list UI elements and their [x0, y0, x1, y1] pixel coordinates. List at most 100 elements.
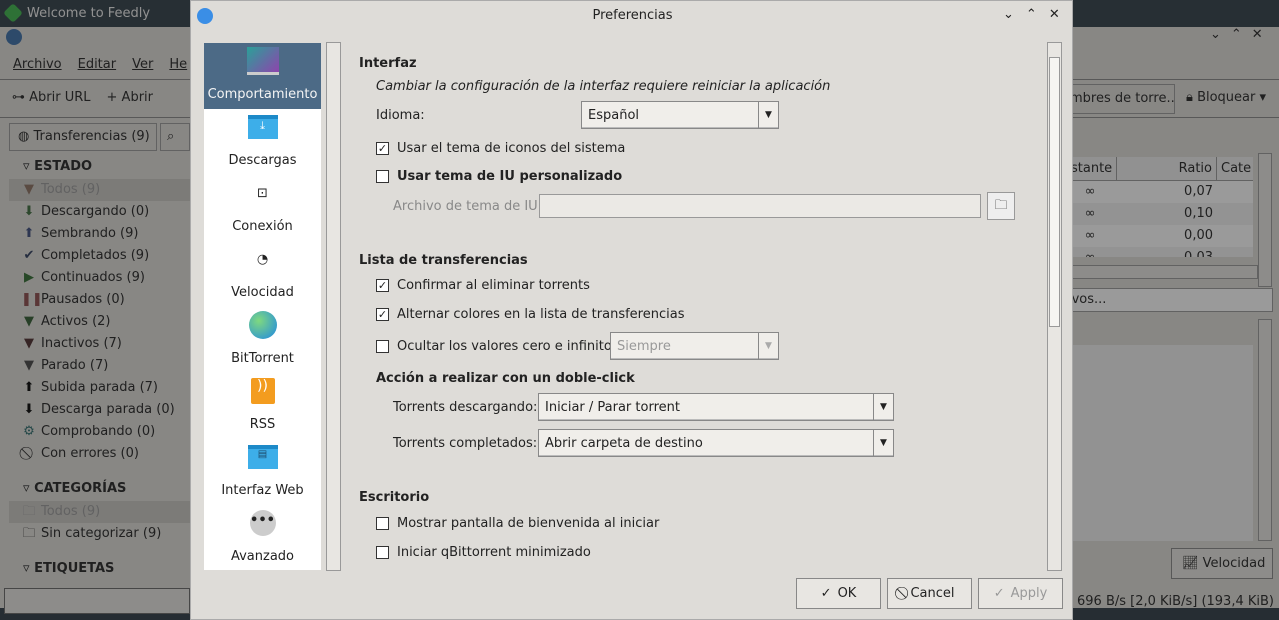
hide-zero-checkbox[interactable]: Ocultar los valores cero e infinito: [376, 339, 612, 354]
table-vscrollbar[interactable]: [1258, 153, 1272, 287]
tab-transfers[interactable]: ◍ Transferencias (9): [9, 123, 157, 151]
col-category[interactable]: Cate: [1217, 157, 1251, 180]
search-names-input[interactable]: mbres de torre...: [1065, 84, 1175, 114]
gear-icon: ⚙: [23, 424, 35, 439]
category-avanzado[interactable]: ••• Avanzado: [204, 505, 321, 571]
language-select[interactable]: Español ▼: [581, 101, 779, 129]
category-all[interactable]: 🗀︎ Todos (9): [9, 501, 190, 523]
start-minimized-checkbox[interactable]: Iniciar qBittorrent minimizado: [376, 545, 591, 560]
checkbox-unchecked[interactable]: [376, 546, 389, 559]
filter-icon: ▼: [24, 182, 34, 197]
status-filter-item[interactable]: ▼ Activos (2): [9, 311, 190, 333]
col-ratio[interactable]: Ratio: [1117, 157, 1217, 180]
tags-header[interactable]: ▿ ETIQUETAS: [9, 557, 190, 581]
status-filter-item[interactable]: ▼ Todos (9): [9, 179, 190, 201]
checkbox-unchecked[interactable]: [376, 170, 389, 183]
table-row[interactable]: ∞ 0,00: [1063, 225, 1253, 247]
panel-scrollbar[interactable]: [1258, 319, 1272, 541]
status-filter-item[interactable]: ⬇ Descargando (0): [9, 201, 190, 223]
filter-sidebar: ▿ ESTADO ▼ Todos (9) ⬇ Descargando (0) ⬆ Semb…: [9, 155, 190, 605]
table-row[interactable]: ∞0,03: [1063, 247, 1253, 257]
transfer-table: estante Ratio Cate ∞0,07∞0,10∞0,00∞0,03: [1063, 157, 1253, 257]
search-icon: ⌕: [167, 129, 175, 144]
scroll-thumb[interactable]: [1049, 57, 1060, 327]
dropdown-arrow-icon: ▼: [758, 333, 778, 359]
categories-header[interactable]: ▿ CATEGORÍAS: [9, 477, 190, 501]
completed-action-select[interactable]: Abrir carpeta de destino ▼: [538, 429, 894, 457]
checkbox-unchecked[interactable]: [376, 340, 389, 353]
check-icon: ✓: [993, 586, 1005, 601]
category-comportamiento[interactable]: Comportamiento: [204, 43, 321, 109]
custom-theme-checkbox[interactable]: Usar tema de IU personalizado: [376, 169, 622, 184]
apply-button[interactable]: ✓ Apply: [978, 578, 1063, 609]
lock-button[interactable]: 🔒︎ Bloquear ▾: [1186, 90, 1266, 105]
menu-help[interactable]: He: [169, 57, 187, 72]
open-button[interactable]: + Abrir: [107, 90, 153, 105]
status-filter-item[interactable]: ▼ Parado (7): [9, 355, 190, 377]
minimize-button[interactable]: ⌄: [1003, 7, 1014, 22]
status-filter-item[interactable]: ⬆ Sembrando (9): [9, 223, 190, 245]
status-filter-item[interactable]: ⃠Con errores (0): [9, 443, 190, 465]
maximize-button[interactable]: ⌃: [1026, 7, 1037, 22]
checkbox-checked[interactable]: ✓: [376, 308, 389, 321]
error-icon: ⃠: [21, 443, 37, 465]
content-scrollbar[interactable]: [1047, 42, 1062, 571]
status-filter-item[interactable]: ▼ Inactivos (7): [9, 333, 190, 355]
checkbox-unchecked[interactable]: [376, 517, 389, 530]
table-row[interactable]: ∞ 0,07: [1063, 181, 1253, 203]
status-header[interactable]: ▿ ESTADO: [9, 155, 190, 179]
menu-editar[interactable]: Editar: [78, 57, 117, 72]
transfer-list-heading: Lista de transferencias: [359, 253, 528, 268]
table-hscrollbar[interactable]: [1063, 265, 1258, 279]
category-bittorrent[interactable]: BitTorrent: [204, 307, 321, 373]
browse-button[interactable]: 🗀︎: [987, 192, 1015, 220]
splash-checkbox[interactable]: Mostrar pantalla de bienvenida al inicia…: [376, 516, 659, 531]
status-filter-item[interactable]: ⬆ Subida parada (7): [9, 377, 190, 399]
arrow-up-icon: ⬆: [23, 380, 35, 395]
menu-ver[interactable]: Ver: [132, 57, 153, 72]
alt-colors-checkbox[interactable]: ✓ Alternar colores en la lista de transfe…: [376, 307, 684, 322]
downloading-label: Torrents descargando:: [393, 400, 538, 415]
confirm-delete-checkbox[interactable]: ✓ Confirmar al eliminar torrents: [376, 278, 590, 293]
rss-icon: )): [204, 373, 321, 409]
category-scrollbar[interactable]: [326, 42, 341, 571]
tab-search[interactable]: ⌕: [160, 123, 190, 151]
category-interfaz-web[interactable]: ▤ Interfaz Web: [204, 439, 321, 505]
transfer-rate[interactable]: 696 B/s [2,0 KiB/s] (193,4 KiB): [1073, 591, 1274, 613]
open-url-button[interactable]: ⊶ Abrir URL: [12, 90, 91, 105]
category-descargas[interactable]: ⤓ Descargas: [204, 109, 321, 175]
status-filter-item[interactable]: ⚙ Comprobando (0): [9, 421, 190, 443]
globe-icon: [204, 307, 321, 343]
ok-button[interactable]: ✓ OK: [796, 578, 881, 609]
table-row[interactable]: ∞ 0,10: [1063, 203, 1253, 225]
toolbar: ⊶ Abrir URL + Abrir: [12, 90, 153, 105]
status-filter-item[interactable]: ✔ Completados (9): [9, 245, 190, 267]
category-rss[interactable]: )) RSS: [204, 373, 321, 439]
checkbox-checked[interactable]: ✓: [376, 142, 389, 155]
speed-button[interactable]: 📈︎ Velocidad: [1171, 548, 1273, 579]
close-button[interactable]: ✕: [1049, 7, 1060, 22]
status-filter-item[interactable]: ⬇ Descarga parada (0): [9, 399, 190, 421]
category-uncategorized[interactable]: 🗀︎ Sin categorizar (9): [9, 523, 190, 545]
downloading-action-select[interactable]: Iniciar / Parar torrent ▼: [538, 393, 894, 421]
category-list: Comportamiento ⤓ Descargas ⊡ Conexión ◔ Veloci…: [204, 43, 321, 570]
window-controls[interactable]: ⌄⌃✕: [1210, 27, 1273, 42]
check-icon: ✓: [820, 586, 832, 601]
ratio-cell: 0,00: [1184, 228, 1213, 243]
status-filter-item[interactable]: ▶ Continuados (9): [9, 267, 190, 289]
checkbox-checked[interactable]: ✓: [376, 279, 389, 292]
filter-icon: ▼: [24, 358, 34, 373]
theme-file-input[interactable]: [539, 194, 981, 218]
use-system-icons-checkbox[interactable]: ✓ Usar el tema de iconos del sistema: [376, 141, 625, 156]
cancel-button[interactable]: ⃠Cancel: [887, 578, 972, 609]
menu-archivo[interactable]: Archivo: [13, 57, 62, 72]
folder-icon: 🗀︎: [994, 198, 1008, 213]
status-filter-item[interactable]: ❚❚Pausados (0): [9, 289, 190, 311]
hide-zero-mode-select[interactable]: Siempre ▼: [610, 332, 779, 360]
files-filter-input[interactable]: ivos...: [1063, 288, 1273, 312]
category-conexi-n[interactable]: ⊡ Conexión: [204, 175, 321, 241]
category-velocidad[interactable]: ◔ Velocidad: [204, 241, 321, 307]
dialog-title: Preferencias: [592, 8, 673, 23]
interface-heading: Interfaz: [359, 56, 417, 71]
arrow-down-icon: ⬇: [23, 402, 35, 417]
